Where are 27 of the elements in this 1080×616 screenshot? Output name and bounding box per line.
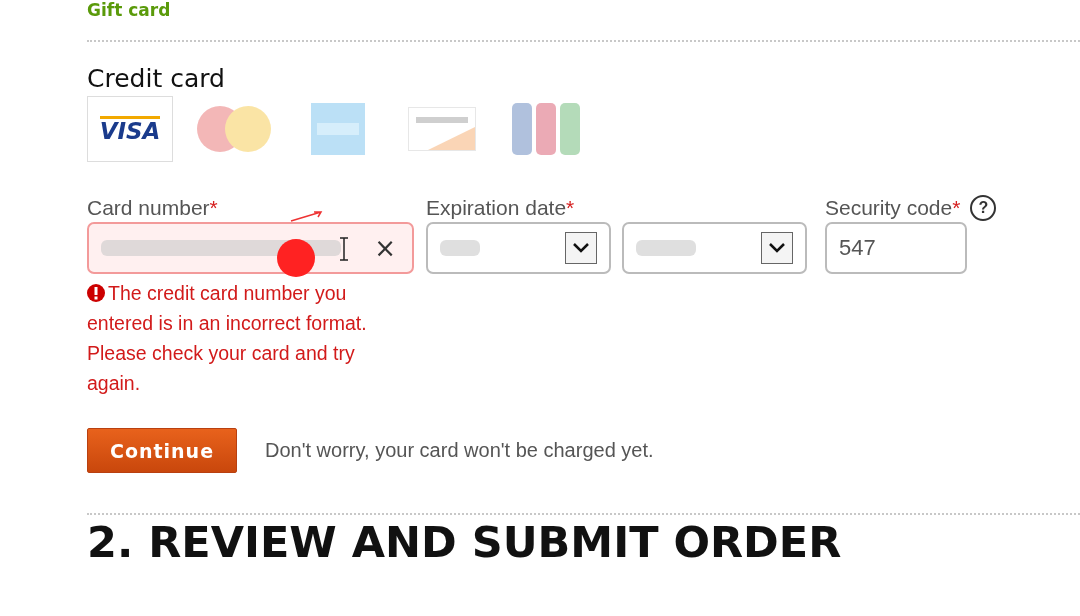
year-select[interactable] [622, 222, 807, 274]
clear-button[interactable]: × [370, 233, 400, 263]
field-label: Card number* [87, 196, 219, 220]
card-number-field[interactable]: × [87, 222, 414, 274]
cursor-highlight [276, 238, 316, 278]
error-icon [87, 284, 105, 302]
continue-button[interactable]: Continue [87, 428, 237, 473]
chevron-down-icon [768, 242, 786, 254]
blurred-value [636, 237, 696, 259]
jcb-logo [512, 103, 580, 155]
card-type-option[interactable]: VISA [87, 96, 173, 162]
help-icon[interactable]: ? [970, 195, 997, 221]
annotation-arrow [289, 210, 323, 222]
text-cursor-icon [339, 237, 349, 261]
charge-note: Don't worry, your card won't be charged yet. [265, 439, 654, 462]
visa-logo: VISA [99, 115, 161, 143]
section-title: Credit card [87, 64, 226, 94]
security-code-field[interactable]: 547 [825, 222, 967, 274]
amex-logo [311, 103, 365, 155]
blurred-value [440, 237, 480, 259]
field-label: Security code* ? [825, 196, 997, 220]
field-label: Expiration date* [426, 196, 576, 220]
discover-logo [408, 107, 476, 151]
month-select[interactable] [426, 222, 611, 274]
section-heading: 2. REVIEW AND SUBMIT ORDER [87, 519, 843, 565]
error-message: The credit card number you entered is in an incorrect format. Please check your card and try again. [87, 281, 368, 396]
chevron-down-icon [572, 242, 590, 254]
